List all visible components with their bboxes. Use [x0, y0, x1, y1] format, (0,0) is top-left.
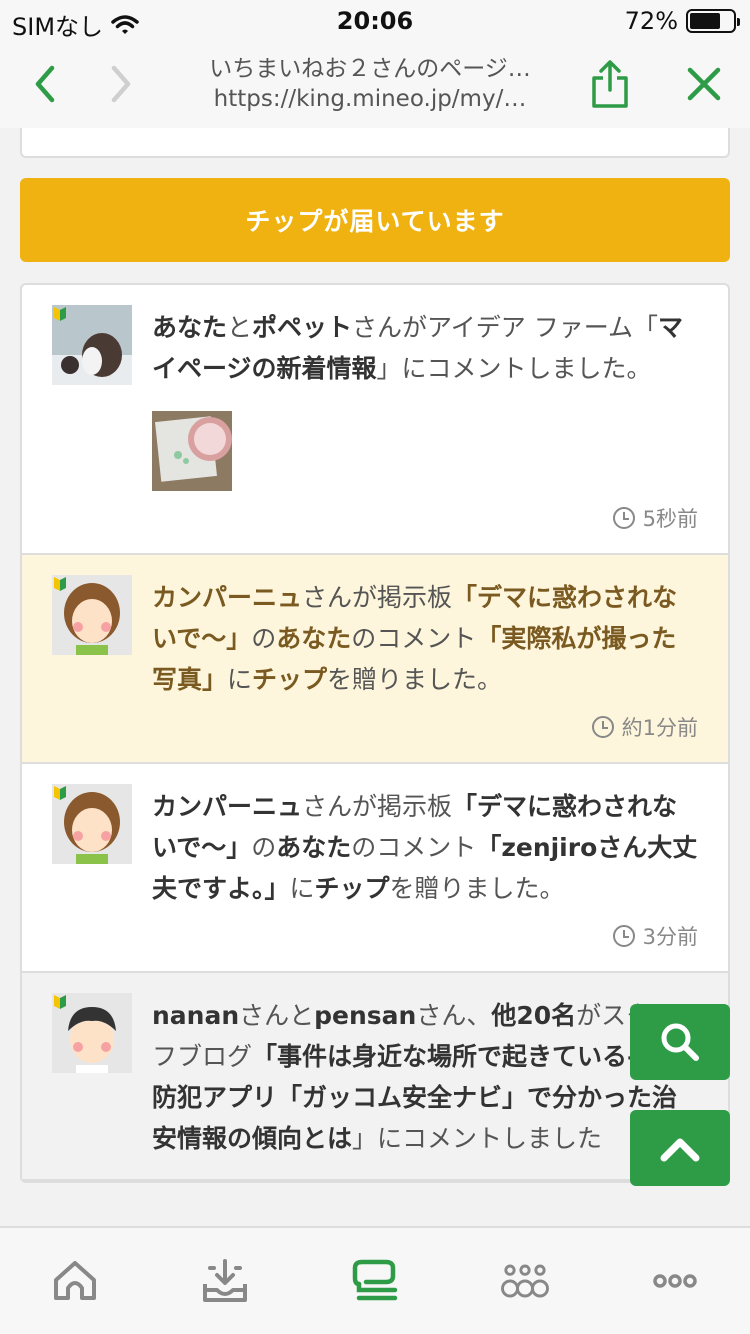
tip-received-banner[interactable]: チップが届いています — [20, 178, 730, 262]
status-bar: SIMなし 20:06 72% — [0, 0, 750, 41]
page-title-url: いちまいねお２さんのページ… https://king.mineo.jp/my/… — [170, 54, 570, 114]
message-link[interactable]: pensan — [314, 1001, 416, 1030]
battery-group: 72% — [624, 7, 740, 35]
tab-home[interactable] — [0, 1228, 150, 1334]
tab-inbox[interactable] — [150, 1228, 300, 1334]
message-link[interactable]: チップ — [315, 874, 390, 903]
feed-item[interactable]: nananさんとpensanさん、他20名がスタッフブログ「事件は身近な場所で起… — [22, 973, 728, 1181]
timestamp-label: 3分前 — [642, 925, 698, 949]
message-link[interactable]: ポペット — [252, 313, 352, 342]
message-text: の — [251, 833, 277, 862]
battery-percent: 72% — [624, 7, 678, 35]
timestamp-label: 5秒前 — [642, 507, 698, 531]
tab-community[interactable] — [450, 1228, 600, 1334]
message-text: を贈りました。 — [327, 665, 503, 694]
timestamp: 約1分前 — [152, 712, 698, 742]
inbox-download-icon — [203, 1259, 247, 1302]
page-title: いちまいねお２さんのページ… — [209, 56, 531, 82]
more-icon — [653, 1274, 697, 1288]
search-button[interactable] — [630, 1004, 730, 1080]
page-url: https://king.mineo.jp/my/… — [213, 86, 527, 112]
message-link[interactable]: カンパーニュ — [152, 583, 302, 612]
clock-icon — [612, 507, 635, 529]
message-link[interactable]: あなた — [276, 624, 351, 653]
message-text: さんが掲示板 — [302, 583, 453, 612]
tab-more[interactable] — [600, 1228, 750, 1334]
message-link[interactable]: チップ — [252, 665, 327, 694]
clock-icon — [612, 925, 635, 947]
community-icon — [501, 1264, 549, 1298]
bottom-tab-bar — [0, 1226, 750, 1334]
attachment-thumbnail[interactable] — [152, 411, 232, 491]
message-text: に — [227, 665, 253, 694]
close-icon[interactable] — [684, 64, 724, 104]
timestamp-label: 約1分前 — [621, 716, 698, 740]
forward-arrow-icon[interactable] — [102, 62, 142, 106]
feed-message: カンパーニュさんが掲示板「デマに惑わされないで〜」のあなたのコメント「zenji… — [152, 786, 698, 909]
avatar[interactable] — [52, 784, 132, 864]
feed-message: カンパーニュさんが掲示板「デマに惑わされないで〜」のあなたのコメント「実際私が撮… — [152, 577, 698, 700]
timestamp: 3分前 — [152, 921, 698, 951]
message-text: さん、 — [416, 1001, 492, 1030]
avatar[interactable] — [52, 305, 132, 385]
feed-item[interactable]: カンパーニュさんが掲示板「デマに惑わされないで〜」のあなたのコメント「zenji… — [22, 764, 728, 973]
message-text: と — [227, 313, 253, 342]
feed-item[interactable]: カンパーニュさんが掲示板「デマに惑わされないで〜」のあなたのコメント「実際私が撮… — [22, 555, 728, 764]
message-text: さんと — [239, 1001, 315, 1030]
message-link[interactable]: 他20名 — [491, 1001, 576, 1030]
avatar[interactable] — [52, 575, 132, 655]
message-link[interactable]: あなた — [152, 313, 227, 342]
share-icon[interactable] — [588, 58, 632, 110]
feed-message: nananさんとpensanさん、他20名がスタッフブログ「事件は身近な場所で起… — [152, 995, 698, 1159]
message-text: に — [289, 874, 315, 903]
avatar[interactable] — [52, 993, 132, 1073]
battery-icon — [686, 9, 740, 33]
home-icon — [54, 1261, 96, 1300]
back-arrow-icon[interactable] — [26, 62, 66, 106]
message-link[interactable]: あなた — [276, 833, 351, 862]
activity-feed: あなたとポペットさんがアイデア ファーム「マイページの新着情報」にコメントしまし… — [20, 283, 730, 1183]
previous-card — [20, 128, 730, 158]
tab-chat[interactable] — [300, 1228, 450, 1334]
scroll-to-top-button[interactable] — [630, 1110, 730, 1186]
browser-navbar: いちまいねお２さんのページ… https://king.mineo.jp/my/… — [0, 40, 750, 128]
timestamp: 5秒前 — [152, 503, 698, 533]
message-link[interactable]: カンパーニュ — [152, 792, 302, 821]
message-text: のコメント — [351, 833, 477, 862]
message-text: を贈りました。 — [389, 874, 565, 903]
message-link[interactable]: nanan — [152, 1001, 239, 1030]
message-text: さんが掲示板 — [302, 792, 453, 821]
feed-message: あなたとポペットさんがアイデア ファーム「マイページの新着情報」にコメントしまし… — [152, 307, 698, 389]
message-text: のコメント — [351, 624, 477, 653]
clock-icon — [591, 716, 614, 738]
message-text: の — [251, 624, 277, 653]
message-text: 」にコメントしました。 — [376, 354, 652, 383]
search-icon — [661, 1023, 699, 1061]
message-text: 」にコメントしました — [352, 1124, 603, 1153]
chevron-up-icon — [660, 1138, 700, 1162]
message-text: さんがアイデア ファーム「 — [352, 313, 658, 342]
feed-item[interactable]: あなたとポペットさんがアイデア ファーム「マイページの新着情報」にコメントしまし… — [22, 285, 728, 555]
chat-icon — [352, 1259, 398, 1301]
